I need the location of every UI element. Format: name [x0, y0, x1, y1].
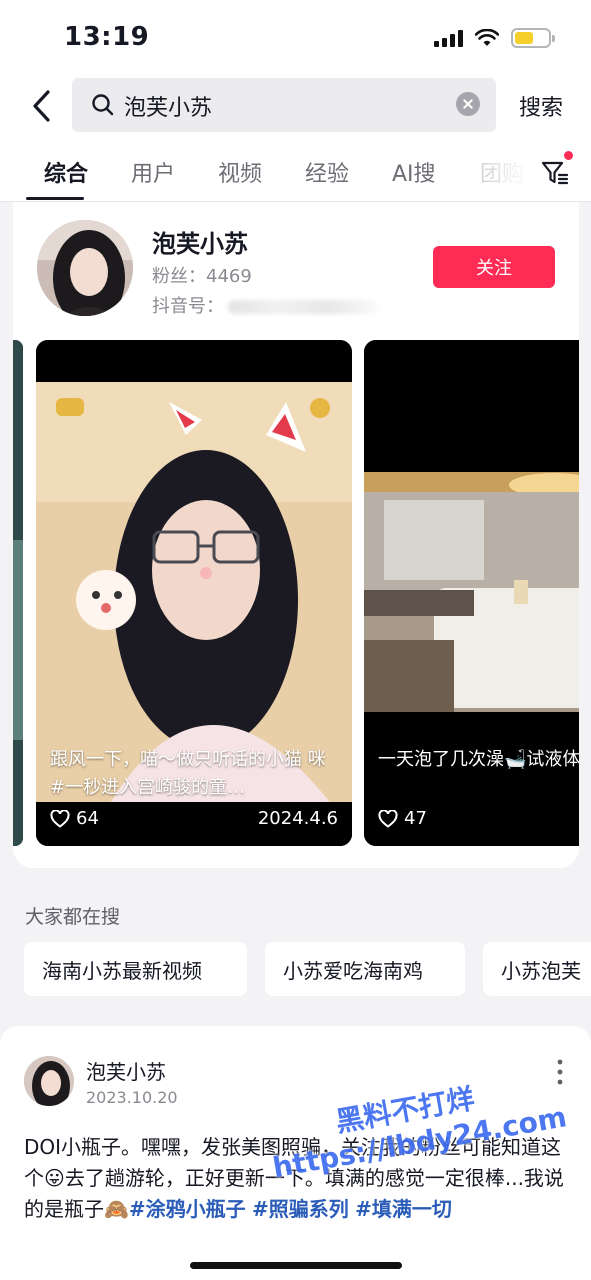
trending-title: 大家都在搜 — [25, 906, 121, 928]
like-count: 64 — [50, 808, 99, 829]
filter-notification-dot — [564, 151, 573, 160]
battery-icon — [511, 28, 555, 48]
avatar[interactable] — [37, 220, 133, 316]
hashtag-link[interactable]: #填满一切 — [355, 1197, 452, 1221]
video-card[interactable]: 跟风一下，喵～做只听话的小猫 咪 #一秒进入宫崎骏的童… 64 2024.4.6 — [36, 340, 352, 846]
back-arrow-icon[interactable] — [24, 86, 64, 126]
tab-experience[interactable]: 经验 — [305, 156, 349, 188]
status-time: 13:19 — [64, 22, 150, 52]
trending-chip[interactable]: 小苏爱吃海南鸡 — [265, 942, 465, 996]
search-button[interactable]: 搜索 — [519, 90, 563, 122]
tab-videos[interactable]: 视频 — [218, 156, 262, 188]
like-count: 47 — [378, 808, 427, 829]
status-icons — [434, 28, 555, 48]
video-caption: 一天泡了几次澡🛁试液体🙈别问，问就是 — [378, 749, 579, 770]
trending-chip[interactable]: 小苏泡芙 — [483, 942, 591, 996]
post-date: 2023.10.20 — [86, 1088, 178, 1107]
tab-ai-search[interactable]: AI搜 — [392, 156, 436, 188]
heart-icon — [378, 809, 398, 828]
follower-count: 粉丝：4469 — [152, 266, 252, 287]
avatar[interactable] — [24, 1056, 74, 1106]
search-query-text[interactable]: 泡芙小苏 — [124, 90, 212, 122]
user-name[interactable]: 泡芙小苏 — [152, 224, 248, 259]
tab-bar: 综合 用户 视频 经验 AI搜 团购 — [0, 140, 591, 202]
user-id: 抖音号： — [152, 292, 378, 318]
search-icon — [92, 94, 114, 116]
search-input[interactable]: 泡芙小苏 — [72, 78, 496, 132]
hashtag-link[interactable]: #照骗系列 — [252, 1197, 349, 1221]
video-card[interactable]: 一天泡了几次澡🛁试液体🙈别问，问就是 47 — [364, 340, 579, 846]
trending-chip[interactable]: 海南小苏最新视频 — [24, 942, 247, 996]
hashtag-link[interactable]: #涂鸦小瓶子 — [129, 1197, 246, 1221]
blurred-id — [228, 300, 378, 314]
filter-icon[interactable] — [540, 158, 570, 188]
video-carousel[interactable]: 跟风一下，喵～做只听话的小猫 咪 #一秒进入宫崎骏的童… 64 2024.4.6 — [13, 340, 579, 846]
video-caption: 跟风一下，喵～做只听话的小猫 咪 #一秒进入宫崎骏的童… — [50, 749, 326, 798]
heart-icon — [50, 809, 70, 828]
follow-button[interactable]: 关注 — [433, 246, 555, 288]
cellular-signal-icon — [434, 29, 463, 47]
video-date: 2024.4.6 — [257, 808, 338, 829]
tab-users[interactable]: 用户 — [131, 156, 175, 188]
status-bar: 13:19 — [0, 0, 591, 78]
active-tab-indicator — [26, 197, 84, 200]
search-header: 泡芙小苏 搜索 — [0, 78, 591, 140]
tab-fade — [470, 140, 530, 200]
user-result-card[interactable]: 泡芙小苏 粉丝：4469 抖音号： 关注 跟风一下，喵～做只听话的小猫 咪 #一… — [13, 202, 579, 868]
video-card-peek[interactable] — [13, 340, 23, 846]
clear-icon[interactable] — [456, 92, 480, 116]
home-indicator — [190, 1262, 402, 1269]
wifi-icon — [475, 29, 499, 46]
post-author[interactable]: 泡芙小苏 — [86, 1056, 166, 1085]
tab-comprehensive[interactable]: 综合 — [44, 156, 88, 188]
